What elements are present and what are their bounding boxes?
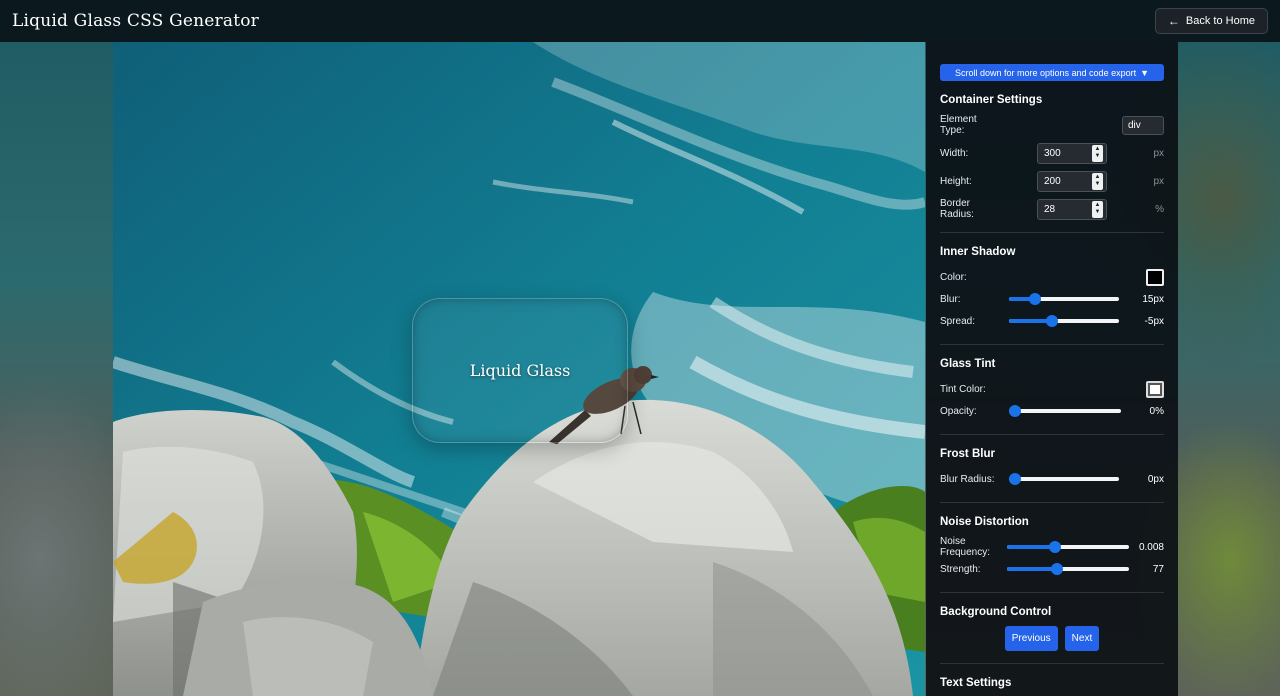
height-row: Height: 200 ▲ ▼ px [940, 170, 1164, 192]
frost-radius-label: Blur Radius: [940, 473, 995, 485]
text-settings-section: Text Settings [940, 677, 1164, 689]
container-settings-title: Container Settings [940, 94, 1043, 106]
tint-color-swatch[interactable] [1146, 380, 1164, 398]
width-input[interactable]: 300 ▲ ▼ [1037, 142, 1107, 164]
shadow-blur-row: Blur: 15px [940, 288, 1164, 310]
container-settings-section: Container Settings Element Type: div Wid… [940, 94, 1164, 233]
height-value: 200 [1044, 175, 1061, 187]
noise-strength-row: Strength: 77 [940, 558, 1164, 580]
scroll-hint-label: Scroll down for more options and code ex… [954, 67, 1137, 78]
inner-shadow-section: Inner Shadow Color: Blur: 15px Spread: -… [940, 246, 1164, 345]
border-radius-label: Border Radius: [940, 198, 974, 220]
tint-opacity-thumb[interactable] [1009, 405, 1021, 417]
noise-strength-slider[interactable] [1007, 562, 1129, 576]
tint-opacity-label: Opacity: [940, 405, 977, 417]
width-row: Width: 300 ▲ ▼ px [940, 142, 1164, 164]
frost-radius-value: 0px [1147, 473, 1164, 485]
noise-strength-value: 77 [1152, 563, 1164, 575]
border-radius-value: 28 [1044, 203, 1056, 215]
tint-opacity-row: Opacity: 0% [940, 400, 1164, 422]
noise-strength-label: Strength: [940, 563, 981, 575]
background-control-section: Background Control Previous Next [940, 606, 1164, 664]
shadow-spread-value: -5px [1144, 315, 1164, 327]
back-to-home-button[interactable]: ← Back to Home [1154, 8, 1268, 34]
width-stepper-icon[interactable]: ▲ ▼ [1092, 144, 1103, 162]
app-title: Liquid Glass CSS Generator [12, 11, 259, 31]
shadow-spread-label: Spread: [940, 315, 976, 327]
width-unit: px [1153, 147, 1164, 159]
shadow-spread-thumb[interactable] [1046, 315, 1059, 327]
element-type-row: Element Type: div [940, 114, 1164, 136]
tint-color-label: Tint Color: [940, 383, 986, 395]
height-unit: px [1153, 175, 1164, 187]
glass-card-text: Liquid Glass [469, 361, 571, 380]
border-radius-row: Border Radius: 28 ▲ ▼ % [940, 198, 1164, 220]
frost-blur-section: Frost Blur Blur Radius: 0px [940, 448, 1164, 503]
liquid-glass-card: Liquid Glass [412, 298, 628, 443]
shadow-blur-slider[interactable] [1009, 292, 1119, 306]
top-bar: Liquid Glass CSS Generator ← Back to Hom… [0, 0, 1280, 42]
border-radius-stepper-icon[interactable]: ▲ ▼ [1092, 200, 1103, 218]
shadow-color-swatch[interactable] [1146, 268, 1164, 286]
noise-distortion-title: Noise Distortion [940, 516, 1029, 528]
shadow-spread-slider[interactable] [1009, 314, 1119, 328]
element-type-label: Element Type: [940, 114, 977, 136]
frost-blur-title: Frost Blur [940, 448, 995, 460]
previous-background-button[interactable]: Previous [1004, 626, 1058, 651]
tint-opacity-slider[interactable] [1009, 404, 1121, 418]
tint-opacity-value: 0% [1149, 405, 1164, 417]
arrow-left-icon: ← [1167, 14, 1180, 28]
noise-distortion-section: Noise Distortion Noise Frequency: 0.008 … [940, 516, 1164, 593]
shadow-blur-label: Blur: [940, 293, 961, 305]
glass-tint-section: Glass Tint Tint Color: Opacity: 0% [940, 358, 1164, 435]
noise-frequency-thumb[interactable] [1048, 541, 1061, 553]
back-to-home-label: Back to Home [1185, 15, 1255, 27]
element-type-select[interactable]: div [1122, 115, 1164, 135]
inner-shadow-title: Inner Shadow [940, 246, 1016, 258]
noise-frequency-value: 0.008 [1138, 541, 1164, 553]
glass-tint-title: Glass Tint [940, 358, 996, 370]
shadow-color-row: Color: [940, 266, 1164, 288]
shadow-spread-row: Spread: -5px [940, 310, 1164, 332]
noise-frequency-label: Noise Frequency: [940, 536, 991, 558]
background-control-title: Background Control [940, 606, 1052, 618]
shadow-color-label: Color: [940, 271, 967, 283]
height-stepper-icon[interactable]: ▲ ▼ [1092, 172, 1103, 190]
text-settings-title: Text Settings [940, 677, 1012, 689]
width-value: 300 [1044, 147, 1061, 159]
border-radius-unit: % [1155, 203, 1164, 215]
next-background-button[interactable]: Next [1064, 626, 1100, 651]
noise-frequency-slider[interactable] [1007, 540, 1129, 554]
frost-radius-slider[interactable] [1009, 472, 1119, 486]
border-radius-input[interactable]: 28 ▲ ▼ [1037, 198, 1107, 220]
height-label: Height: [940, 175, 972, 187]
frost-radius-thumb[interactable] [1009, 473, 1021, 485]
control-panel: Scroll down for more options and code ex… [926, 42, 1178, 696]
tint-color-row: Tint Color: [940, 378, 1164, 400]
shadow-blur-value: 15px [1142, 293, 1164, 305]
noise-strength-thumb[interactable] [1051, 563, 1063, 575]
height-input[interactable]: 200 ▲ ▼ [1037, 170, 1107, 192]
noise-frequency-row: Noise Frequency: 0.008 [940, 536, 1164, 558]
frost-radius-row: Blur Radius: 0px [940, 468, 1164, 490]
scroll-hint-button[interactable]: Scroll down for more options and code ex… [940, 64, 1164, 81]
width-label: Width: [940, 147, 969, 159]
background-nav-buttons: Previous Next [940, 626, 1164, 651]
shadow-blur-thumb[interactable] [1028, 293, 1041, 305]
triangle-down-icon: ▼ [1140, 67, 1150, 78]
preview-area: Liquid Glass [113, 42, 925, 696]
